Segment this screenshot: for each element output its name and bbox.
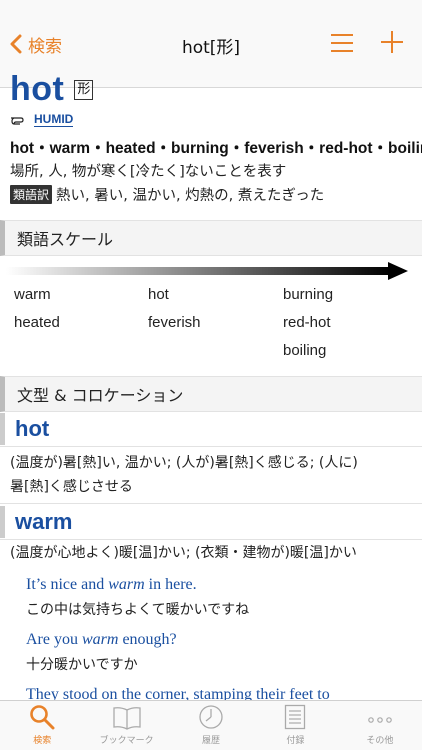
divider — [0, 503, 422, 504]
scale-word[interactable]: warm — [14, 286, 51, 303]
part-of-speech-badge: 形 — [74, 79, 94, 100]
tab-label: 付録 — [286, 736, 305, 746]
example-text: They stood on the corner, stamping their… — [26, 686, 330, 700]
tab-label: 履歴 — [202, 736, 221, 746]
tab-search[interactable]: 検索 — [0, 701, 84, 750]
tab-label: ブックマーク — [99, 736, 154, 746]
definition-text: 場所, 人, 物が寒く[冷たく]ないことを表す — [10, 164, 287, 180]
collocation-section-title: 文型 & コロケーション — [17, 386, 184, 405]
headword-row: hot 形 — [10, 70, 94, 109]
book-icon — [112, 707, 141, 730]
collocation-word-warm: warm — [0, 506, 422, 538]
definition-line: (温度が)暑[熱]い, 温かい; (人が)暑[熱]く感じる; (人に) — [10, 455, 358, 471]
search-icon — [30, 705, 55, 730]
synonym-list: hot・warm・heated・burning・feverish・red-hot… — [10, 140, 422, 157]
tab-bookmark[interactable]: ブックマーク — [84, 701, 168, 750]
scale-word[interactable]: hot — [148, 286, 169, 303]
scale-section-header: 類語スケール — [0, 220, 422, 256]
xref-link-humid[interactable]: HUMID — [34, 112, 74, 127]
intensity-scale-arrow — [6, 262, 408, 280]
example-translation: この中は気持ちよくて暖かいですね — [26, 602, 250, 618]
scale-word[interactable]: feverish — [148, 314, 201, 331]
definition-line: 暑[熱]く感じさせる — [10, 479, 133, 495]
tab-history[interactable]: 履歴 — [169, 701, 253, 750]
headword: hot — [10, 70, 65, 108]
page-title: hot[形] — [181, 38, 241, 58]
example-text: enough? — [118, 631, 177, 648]
clock-icon — [199, 705, 223, 729]
collocation-definition: (温度が心地よく)暖[温]かい; (衣類・建物が)暖[温]かい — [10, 541, 410, 565]
definition-line: (温度が心地よく)暖[温]かい; (衣類・建物が)暖[温]かい — [10, 545, 357, 561]
tab-label: 検索 — [33, 736, 52, 746]
add-icon[interactable] — [380, 30, 404, 54]
entry-content[interactable]: hot 形 HUMID hot・warm・heated・burning・feve… — [0, 66, 422, 700]
translation-text: 熱い, 暑い, 温かい, 灼熱の, 煮えたぎった — [56, 188, 325, 204]
scale-word[interactable]: boiling — [283, 342, 326, 359]
example-text: It’s nice and — [26, 576, 109, 593]
tab-bar: 検索 ブックマーク 履歴 付録 その他 — [0, 700, 422, 750]
example-sentence: Are you warm enough? — [26, 631, 177, 649]
tab-more[interactable]: その他 — [338, 701, 422, 750]
collocation-definition: (温度が)暑[熱]い, 温かい; (人が)暑[熱]く感じる; (人に) 暑[熱]… — [10, 451, 410, 499]
example-keyword: warm — [81, 631, 119, 648]
example-text: in here. — [144, 576, 197, 593]
collocation-section-header: 文型 & コロケーション — [0, 376, 422, 412]
translation-badge: 類語訳 — [10, 185, 53, 204]
scale-word[interactable]: heated — [14, 314, 60, 331]
cross-reference: HUMID — [10, 112, 74, 127]
collocation-word-hot: hot — [0, 413, 422, 445]
example-sentence: It’s nice and warm in here. — [26, 576, 197, 594]
more-icon — [368, 717, 392, 723]
tab-label: その他 — [366, 736, 394, 746]
list-icon[interactable] — [330, 32, 354, 54]
example-text: Are you — [26, 631, 82, 648]
example-keyword: warm — [108, 576, 145, 593]
tab-appendix[interactable]: 付録 — [253, 701, 337, 750]
scale-section-title: 類語スケール — [17, 230, 114, 249]
example-translation: 十分暖かいですか — [26, 657, 138, 673]
pointing-hand-icon — [11, 116, 24, 125]
example-sentence: They stood on the corner, stamping their… — [26, 686, 330, 700]
divider — [0, 539, 422, 540]
scale-word[interactable]: burning — [283, 286, 333, 303]
document-icon — [285, 704, 306, 730]
scale-word[interactable]: red-hot — [283, 314, 331, 331]
translation-row: 類語訳 熱い, 暑い, 温かい, 灼熱の, 煮えたぎった — [10, 184, 324, 205]
divider — [0, 446, 422, 447]
